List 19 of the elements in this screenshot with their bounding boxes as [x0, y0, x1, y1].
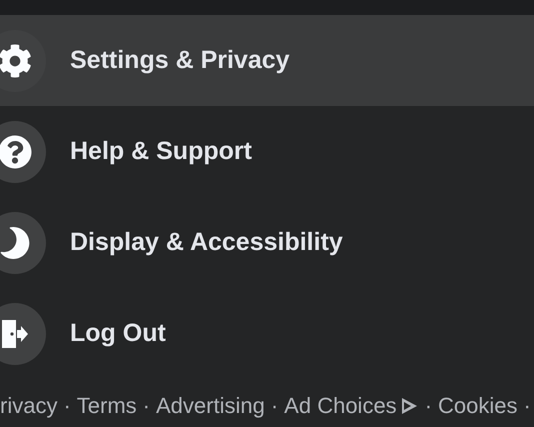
menu-label: Display & Accessibility [70, 226, 343, 258]
footer-link[interactable]: Terms [76, 389, 137, 422]
separator: · [270, 392, 278, 420]
footer-link[interactable]: Ad Choices [284, 389, 397, 422]
menu-label: Log Out [70, 318, 166, 349]
help-icon [0, 134, 32, 168]
settings-icon [0, 44, 32, 78]
footer-link[interactable]: rivacy [0, 389, 58, 422]
menu-label: Settings & Privacy [70, 44, 290, 76]
separator: · [524, 392, 531, 420]
separator: · [63, 392, 71, 420]
menu-item[interactable]: Settings & Privacy [0, 15, 534, 106]
footer-link[interactable]: Cookies [438, 389, 518, 422]
exit-door-icon [0, 318, 30, 350]
separator: · [142, 392, 150, 420]
menu-label: Help & Support [70, 136, 252, 167]
moon-icon [0, 226, 31, 258]
footer-link[interactable]: Advertising [156, 389, 265, 422]
separator: · [424, 392, 432, 420]
